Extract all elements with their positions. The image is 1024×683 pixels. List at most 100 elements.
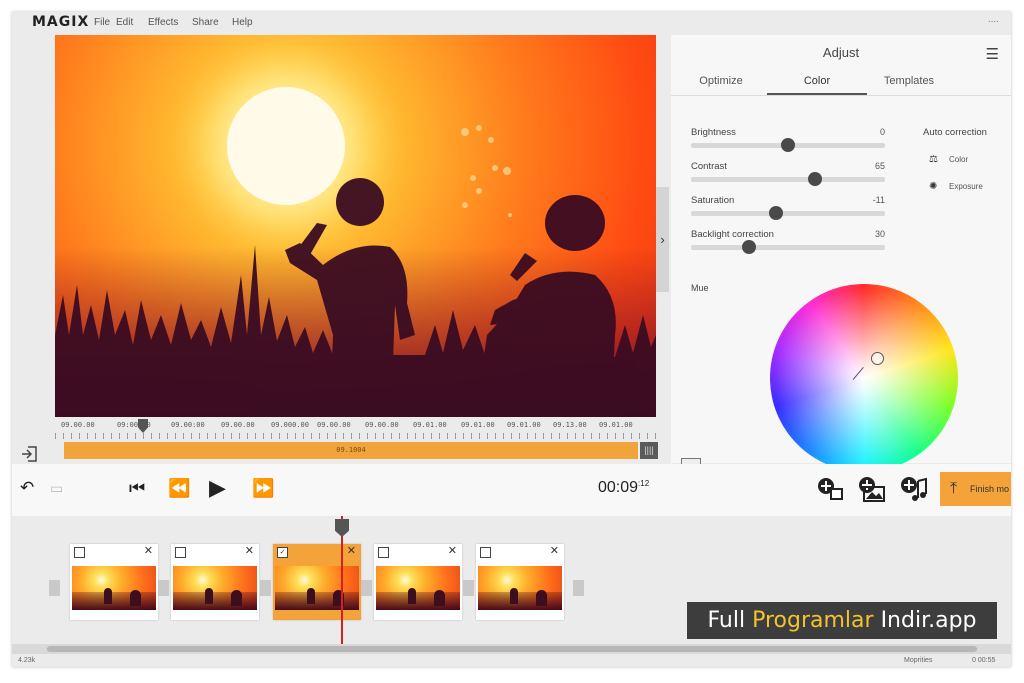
rewind-icon[interactable]: ⏪: [168, 478, 190, 499]
storyboard-scrollbar[interactable]: [12, 644, 1011, 654]
transition-slot[interactable]: [260, 580, 271, 596]
expand-panel-button[interactable]: ›: [656, 187, 669, 292]
ruler-playhead-handle[interactable]: [138, 419, 148, 433]
trim-range-bar[interactable]: 09.1004: [64, 442, 638, 459]
undo-icon[interactable]: ↶: [20, 478, 34, 498]
ruler-label: 09.01.00: [461, 421, 495, 429]
transition-slot[interactable]: [361, 580, 372, 596]
color-wheel[interactable]: [770, 284, 958, 472]
video-preview: [55, 35, 656, 417]
contrast-thumb[interactable]: [808, 172, 823, 186]
timecode-main: 00:09: [598, 479, 639, 496]
menu-share[interactable]: Share: [192, 17, 219, 28]
add-video-icon[interactable]: [816, 476, 844, 502]
clip-thumbnail[interactable]: ✕: [171, 544, 259, 620]
clip-thumbnail[interactable]: ✕: [70, 544, 158, 620]
saturation-slider[interactable]: [691, 206, 885, 220]
menu-effects[interactable]: Effects: [148, 17, 178, 28]
clip-checkbox[interactable]: [378, 547, 389, 558]
brightness-thumb[interactable]: [781, 138, 795, 152]
tab-templates[interactable]: Templates: [859, 75, 959, 93]
saturation-thumb[interactable]: [769, 206, 784, 220]
transition-slot[interactable]: [158, 580, 169, 596]
silhouette-scene: [55, 125, 656, 417]
color-wheel-handle[interactable]: [871, 352, 884, 365]
redo-icon[interactable]: ▭: [50, 480, 63, 497]
ruler-label: 09.00.00: [365, 421, 399, 429]
trim-end-handle[interactable]: ||||: [640, 442, 658, 459]
clip-thumbnail[interactable]: ✕: [374, 544, 462, 620]
watermark-accent-text: Programlar: [752, 608, 874, 633]
scrollbar-thumb[interactable]: [47, 646, 977, 652]
backlight-thumb[interactable]: [742, 240, 757, 254]
contrast-slider[interactable]: [691, 172, 885, 186]
delete-clip-icon[interactable]: ✕: [347, 544, 356, 557]
panel-title: Adjust: [822, 45, 860, 60]
tab-optimize[interactable]: Optimize: [671, 75, 771, 93]
auto-color-button[interactable]: ⚖ Color: [929, 154, 968, 165]
watermark: Full Programlar Indir.app: [687, 602, 997, 639]
transition-slot[interactable]: [463, 580, 474, 596]
contrast-label: Contrast: [691, 161, 727, 172]
hue-label: Mue: [691, 283, 709, 293]
clip-preview-image: [72, 566, 156, 610]
add-music-icon[interactable]: [900, 476, 928, 502]
transition-slot[interactable]: [49, 580, 60, 596]
clip-preview-image: [275, 566, 359, 610]
hamburger-menu-icon[interactable]: ☰: [986, 45, 999, 63]
tab-color[interactable]: Color: [767, 75, 867, 95]
transport-bar: ↶ ▭ ⏮ ⏪ ▶ ⏩ 00:09:12 ⤒ Finish mo: [12, 464, 1011, 516]
status-left: 4.23k: [18, 657, 36, 664]
backlight-slider[interactable]: [691, 240, 885, 254]
transition-slot[interactable]: [573, 580, 584, 596]
import-icon[interactable]: [20, 444, 40, 464]
auto-exposure-label: Exposure: [949, 182, 983, 191]
app-logo: MAGIX: [32, 14, 90, 30]
delete-clip-icon[interactable]: ✕: [448, 544, 457, 557]
ruler-label: 09.01.00: [507, 421, 541, 429]
status-middle: Moprities: [904, 657, 933, 664]
menu-file[interactable]: File: [94, 17, 110, 28]
clip-checkbox[interactable]: [74, 547, 85, 558]
fast-forward-icon[interactable]: ⏩: [252, 478, 274, 499]
clip-checkbox[interactable]: [175, 547, 186, 558]
clip-thumbnail-selected[interactable]: ✓ ✕: [273, 544, 361, 620]
upload-icon: ⤒: [950, 480, 958, 497]
auto-correction-title: Auto correction: [923, 127, 987, 138]
clip-checkbox[interactable]: ✓: [277, 547, 288, 558]
ruler-label: 09.01.00: [413, 421, 447, 429]
delete-clip-icon[interactable]: ✕: [550, 544, 559, 557]
ruler-label: 09.00.00: [221, 421, 255, 429]
contrast-value: 65: [874, 161, 885, 171]
menu-bar: MAGIX File Edit Effects Share Help ....: [12, 12, 1011, 34]
clip-preview-image: [376, 566, 460, 610]
menu-help[interactable]: Help: [232, 17, 253, 28]
watermark-text: Indir.app: [873, 608, 977, 633]
finish-movie-button[interactable]: ⤒ Finish mo: [940, 472, 1011, 506]
ruler-label: 09.00.00: [317, 421, 351, 429]
auto-color-label: Color: [949, 155, 969, 164]
finish-label: Finish mo: [970, 484, 1010, 494]
ruler-ticks: [55, 433, 656, 439]
brightness-slider[interactable]: [691, 138, 885, 152]
status-right: 0 00:55: [972, 657, 996, 664]
color-correction-icon: ⚖: [929, 154, 938, 165]
ruler-label: 09.13.00: [553, 421, 587, 429]
window-options-icon[interactable]: ....: [988, 14, 999, 25]
storyboard-playhead-handle[interactable]: [335, 519, 349, 537]
status-bar: 4.23k Moprities 0 00:55: [12, 654, 1011, 667]
skip-start-icon[interactable]: ⏮: [129, 478, 145, 499]
add-photo-icon[interactable]: [858, 476, 886, 502]
watermark-text: Full: [707, 608, 753, 633]
saturation-value: -11: [872, 195, 885, 205]
timeline-ruler[interactable]: 09.00.00 09:00.00 09.00:00 09.00.00 09.0…: [55, 419, 656, 441]
auto-exposure-button[interactable]: ✺ Exposure: [929, 181, 983, 192]
clip-thumbnail[interactable]: ✕: [476, 544, 564, 620]
timecode-frames: :12: [638, 479, 650, 488]
play-icon[interactable]: ▶: [209, 475, 226, 501]
menu-edit[interactable]: Edit: [116, 17, 133, 28]
delete-clip-icon[interactable]: ✕: [144, 544, 153, 557]
delete-clip-icon[interactable]: ✕: [245, 544, 254, 557]
clip-checkbox[interactable]: [480, 547, 491, 558]
exposure-icon: ✺: [929, 181, 938, 192]
